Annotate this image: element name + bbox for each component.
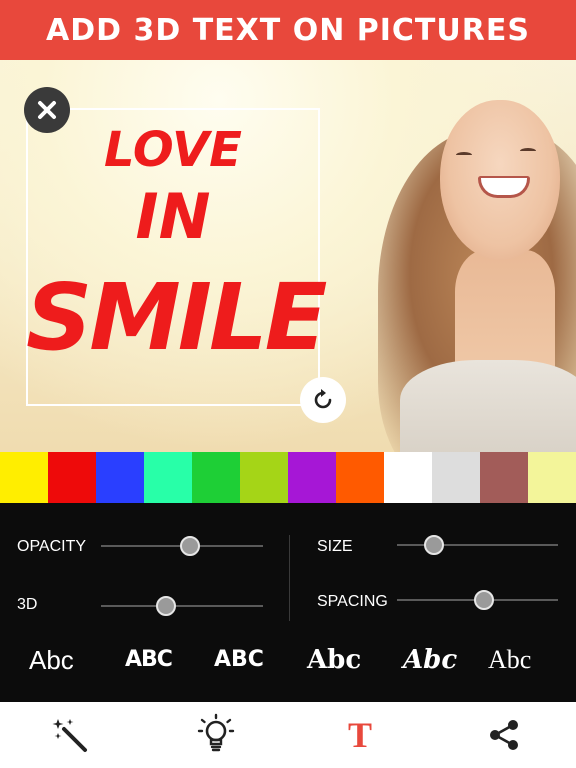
size-slider[interactable] [397, 535, 558, 555]
banner-title: ADD 3D TEXT ON PICTURES [46, 12, 530, 48]
color-swatch-blue[interactable] [96, 452, 144, 503]
rotate-button[interactable] [300, 377, 346, 423]
bottom-toolbar: T [0, 702, 576, 768]
depth-3d-slider-thumb[interactable] [155, 596, 176, 616]
color-swatch-yellow[interactable] [0, 452, 48, 503]
sticker-text-line-2[interactable]: IN [26, 186, 320, 248]
depth-3d-slider[interactable] [101, 596, 263, 616]
controls-divider [289, 535, 290, 621]
size-label: SIZE [317, 538, 353, 555]
opacity-label: OPACITY [17, 538, 87, 555]
app-banner: ADD 3D TEXT ON PICTURES [0, 0, 576, 60]
close-button[interactable] [24, 87, 70, 133]
color-swatch-brown[interactable] [480, 452, 528, 503]
photo-eye-right [520, 148, 536, 154]
effects-button[interactable] [42, 705, 102, 765]
sticker-text-line-3[interactable]: SMILE [26, 272, 328, 364]
color-palette [0, 452, 576, 503]
text-controls-panel: OPACITY 3D SIZE SPACING Abc ABC ABC Abc … [0, 503, 576, 702]
photo-eye-left [456, 152, 472, 158]
share-button[interactable] [474, 705, 534, 765]
text-tool-button[interactable]: T [330, 705, 390, 765]
photo-shirt [400, 360, 576, 452]
color-swatch-pale-yellow[interactable] [528, 452, 576, 503]
font-option-3[interactable]: ABC [214, 645, 264, 675]
depth-3d-slider-track [101, 605, 263, 607]
opacity-slider[interactable] [101, 536, 263, 556]
size-slider-thumb[interactable] [424, 535, 445, 555]
color-swatch-light-gray[interactable] [432, 452, 480, 503]
spacing-slider[interactable] [397, 590, 558, 610]
font-option-1[interactable]: Abc [29, 645, 74, 675]
close-icon [38, 101, 56, 119]
spacing-label: SPACING [317, 593, 388, 610]
color-swatch-red[interactable] [48, 452, 96, 503]
color-swatch-aqua[interactable] [144, 452, 192, 503]
font-option-2[interactable]: ABC [125, 645, 173, 675]
magic-wand-icon [52, 719, 87, 752]
color-swatch-orange[interactable] [336, 452, 384, 503]
sticker-text-line-1[interactable]: LOVE [26, 126, 320, 174]
font-option-4[interactable]: Abc [307, 645, 361, 675]
font-option-5[interactable]: Abc [403, 645, 457, 675]
size-slider-track [397, 544, 558, 546]
text-icon: T [347, 715, 372, 755]
color-swatch-purple[interactable] [288, 452, 336, 503]
rotate-icon [314, 389, 332, 409]
opacity-slider-thumb[interactable] [180, 536, 201, 556]
color-swatch-white[interactable] [384, 452, 432, 503]
ideas-button[interactable] [186, 705, 246, 765]
color-swatch-green[interactable] [192, 452, 240, 503]
color-swatch-lime[interactable] [240, 452, 288, 503]
spacing-slider-thumb[interactable] [473, 590, 494, 610]
depth-3d-label: 3D [17, 596, 38, 613]
font-option-6[interactable]: Abc [488, 645, 531, 675]
idea-bulb-icon [197, 713, 235, 752]
share-icon [490, 720, 518, 750]
